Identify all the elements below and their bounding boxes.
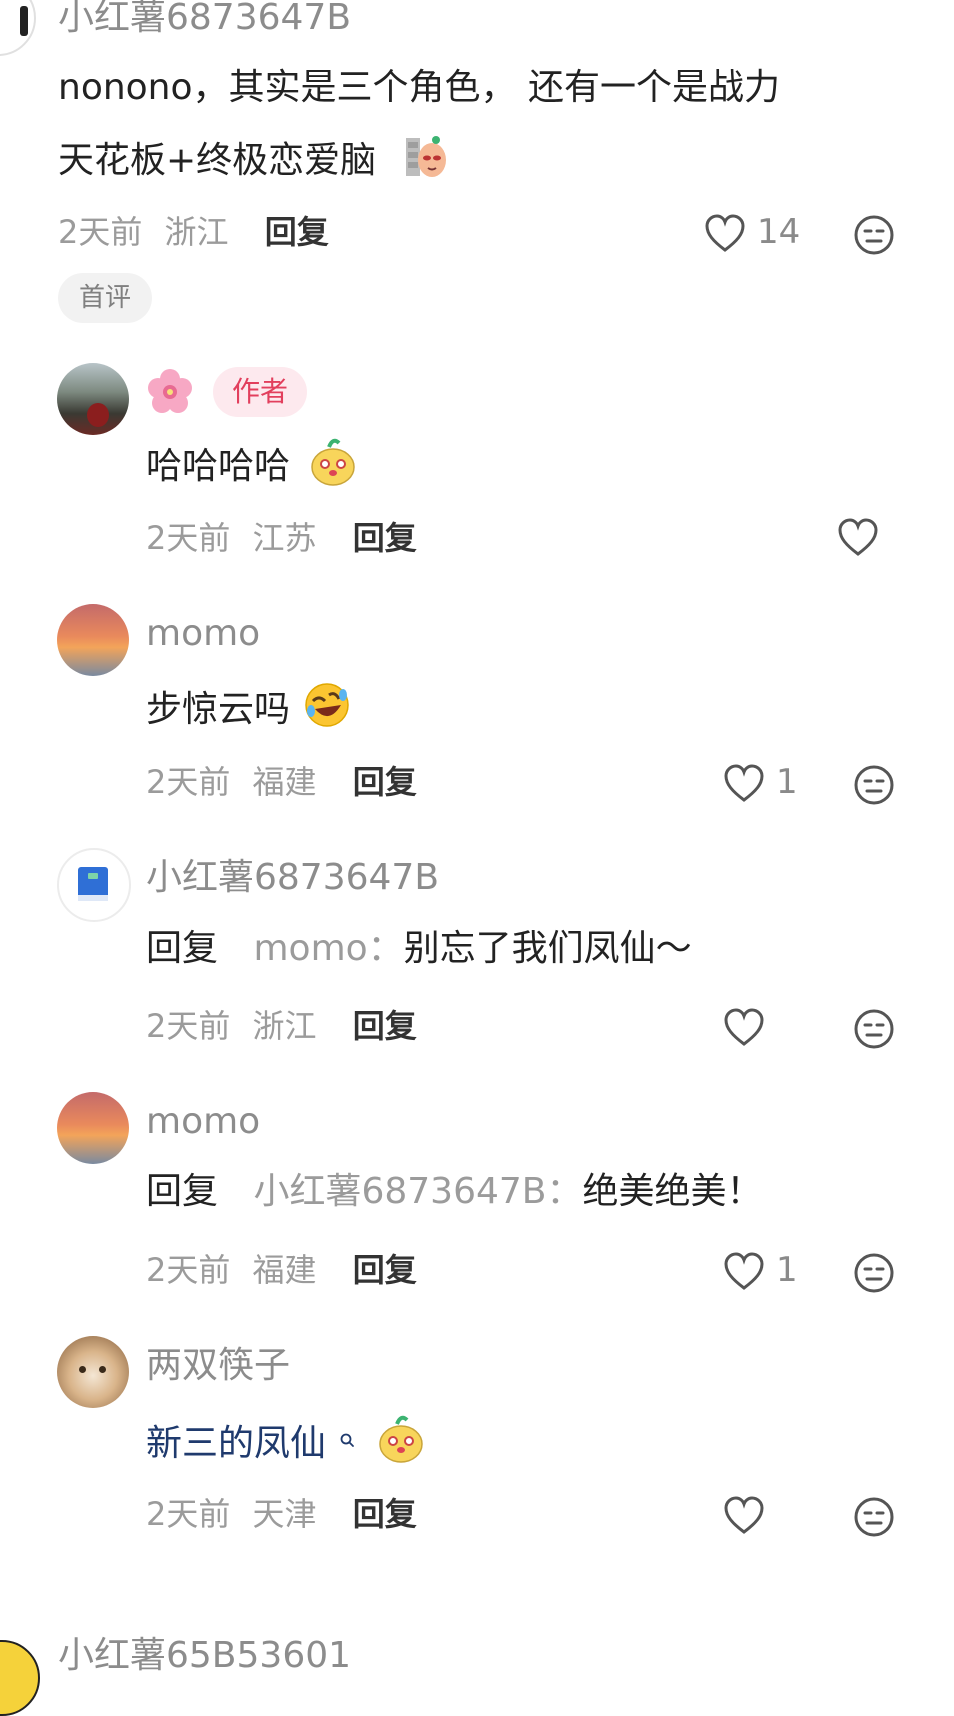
comment-meta: 2天前 浙江 回复 xyxy=(58,212,329,252)
heart-icon xyxy=(724,1252,764,1290)
avatar[interactable] xyxy=(57,1092,129,1164)
like-button[interactable]: 1 xyxy=(722,760,802,806)
comment-text: nonono，其实是三个角色， 还有一个是战力 xyxy=(58,65,780,111)
comment-text-row: 步惊云吗 xyxy=(146,681,351,741)
comment-location: 浙江 xyxy=(164,213,229,251)
dislike-face-icon xyxy=(854,765,894,805)
comment-location: 天津 xyxy=(252,1495,317,1533)
comment-text: 别忘了我们凤仙～ xyxy=(403,928,692,969)
reply-colon: ： xyxy=(546,1171,583,1212)
dislike-button[interactable] xyxy=(853,214,895,256)
reply-to-nickname[interactable]: 小红薯6873647B xyxy=(253,1171,546,1212)
like-button[interactable]: 14 xyxy=(703,210,803,256)
like-button[interactable] xyxy=(836,516,880,560)
avatar[interactable] xyxy=(57,363,129,435)
comment-location: 浙江 xyxy=(252,1007,317,1045)
sticker-emoji xyxy=(309,437,357,499)
reply-button[interactable]: 回复 xyxy=(265,213,329,251)
avatar[interactable] xyxy=(57,1336,129,1408)
comment-location: 福建 xyxy=(252,1251,317,1289)
reply-button[interactable]: 回复 xyxy=(353,1007,417,1045)
rofl-emoji xyxy=(303,681,351,741)
comment-nickname[interactable]: 两双筷子 xyxy=(146,1344,290,1388)
comment-text-row: 哈哈哈哈 xyxy=(146,437,357,499)
comment-location: 福建 xyxy=(252,763,317,801)
dislike-button[interactable] xyxy=(853,1252,895,1294)
avatar[interactable] xyxy=(57,848,131,922)
comment-meta: 2天前 福建 回复 xyxy=(146,762,417,802)
reply-colon: ： xyxy=(367,928,404,969)
sticker-emoji xyxy=(402,132,450,192)
comment-text-line2: 天花板+终极恋爱脑 xyxy=(58,140,377,181)
comment-time: 2天前 xyxy=(146,1007,231,1045)
heart-icon xyxy=(705,214,745,252)
reply-to-nickname[interactable]: momo xyxy=(253,928,367,969)
reply-prefix: 回复 xyxy=(146,928,219,969)
comment-nickname[interactable]: 小红薯65B53601 xyxy=(58,1634,351,1678)
book-icon xyxy=(78,867,108,901)
comment-text-row: 回复 momo：别忘了我们凤仙～ xyxy=(146,926,692,972)
search-link-text[interactable]: 新三的凤仙 xyxy=(146,1423,326,1464)
comment-nickname[interactable]: momo xyxy=(146,612,260,656)
comment-meta: 2天前 天津 回复 xyxy=(146,1494,417,1534)
comment-time: 2天前 xyxy=(146,763,231,801)
comment-meta: 2天前 福建 回复 xyxy=(146,1250,417,1290)
heart-icon xyxy=(724,1008,764,1046)
dislike-face-icon xyxy=(854,215,894,255)
comment-location: 江苏 xyxy=(252,519,317,557)
comment-text-line2-row: 天花板+终极恋爱脑 xyxy=(58,132,450,192)
comment-text-row: 新三的凤仙 xyxy=(146,1414,425,1476)
first-comment-badge: 首评 xyxy=(58,273,152,323)
comment-text: 哈哈哈哈 xyxy=(146,446,291,487)
like-button[interactable] xyxy=(722,1004,766,1050)
comment-text: 步惊云吗 xyxy=(146,689,291,730)
heart-icon xyxy=(724,764,764,802)
comment-time: 2天前 xyxy=(146,1495,231,1533)
dislike-face-icon xyxy=(854,1497,894,1537)
dislike-button[interactable] xyxy=(853,1496,895,1538)
comment-time: 2天前 xyxy=(58,213,143,251)
comment-time: 2天前 xyxy=(146,519,231,557)
heart-icon xyxy=(724,1496,764,1534)
reply-prefix: 回复 xyxy=(146,1171,219,1212)
flower-emoji xyxy=(146,368,194,420)
like-count: 1 xyxy=(776,762,798,802)
comment-time: 2天前 xyxy=(146,1251,231,1289)
comment-text-line1: nonono，其实是三个角色， 还有一个是战力 xyxy=(58,67,780,108)
avatar[interactable] xyxy=(57,604,129,676)
reply-button[interactable]: 回复 xyxy=(353,1495,417,1533)
comment-nickname[interactable]: momo xyxy=(146,1100,260,1144)
reply-button[interactable]: 回复 xyxy=(353,1251,417,1289)
heart-icon xyxy=(838,518,878,556)
like-count: 14 xyxy=(757,212,801,252)
dislike-face-icon xyxy=(854,1009,894,1049)
avatar[interactable] xyxy=(0,0,36,56)
comment-meta: 2天前 浙江 回复 xyxy=(146,1006,417,1046)
author-badge: 作者 xyxy=(213,367,307,417)
dislike-button[interactable] xyxy=(853,1008,895,1050)
like-count: 1 xyxy=(776,1250,798,1290)
comment-text-row: 回复 小红薯6873647B：绝美绝美！ xyxy=(146,1169,763,1215)
reply-button[interactable]: 回复 xyxy=(353,519,417,557)
like-button[interactable]: 1 xyxy=(722,1248,802,1294)
comment-text: 绝美绝美！ xyxy=(582,1171,763,1212)
comment-nickname[interactable]: 小红薯6873647B xyxy=(58,0,351,40)
dislike-button[interactable] xyxy=(853,764,895,806)
search-link-icon[interactable] xyxy=(339,1414,355,1460)
dislike-face-icon xyxy=(854,1253,894,1293)
like-button[interactable] xyxy=(722,1492,766,1538)
comment-nickname[interactable]: 小红薯6873647B xyxy=(146,856,439,900)
comment-meta: 2天前 江苏 回复 xyxy=(146,518,417,558)
sticker-emoji xyxy=(377,1414,425,1476)
reply-button[interactable]: 回复 xyxy=(353,763,417,801)
avatar[interactable] xyxy=(0,1640,40,1716)
